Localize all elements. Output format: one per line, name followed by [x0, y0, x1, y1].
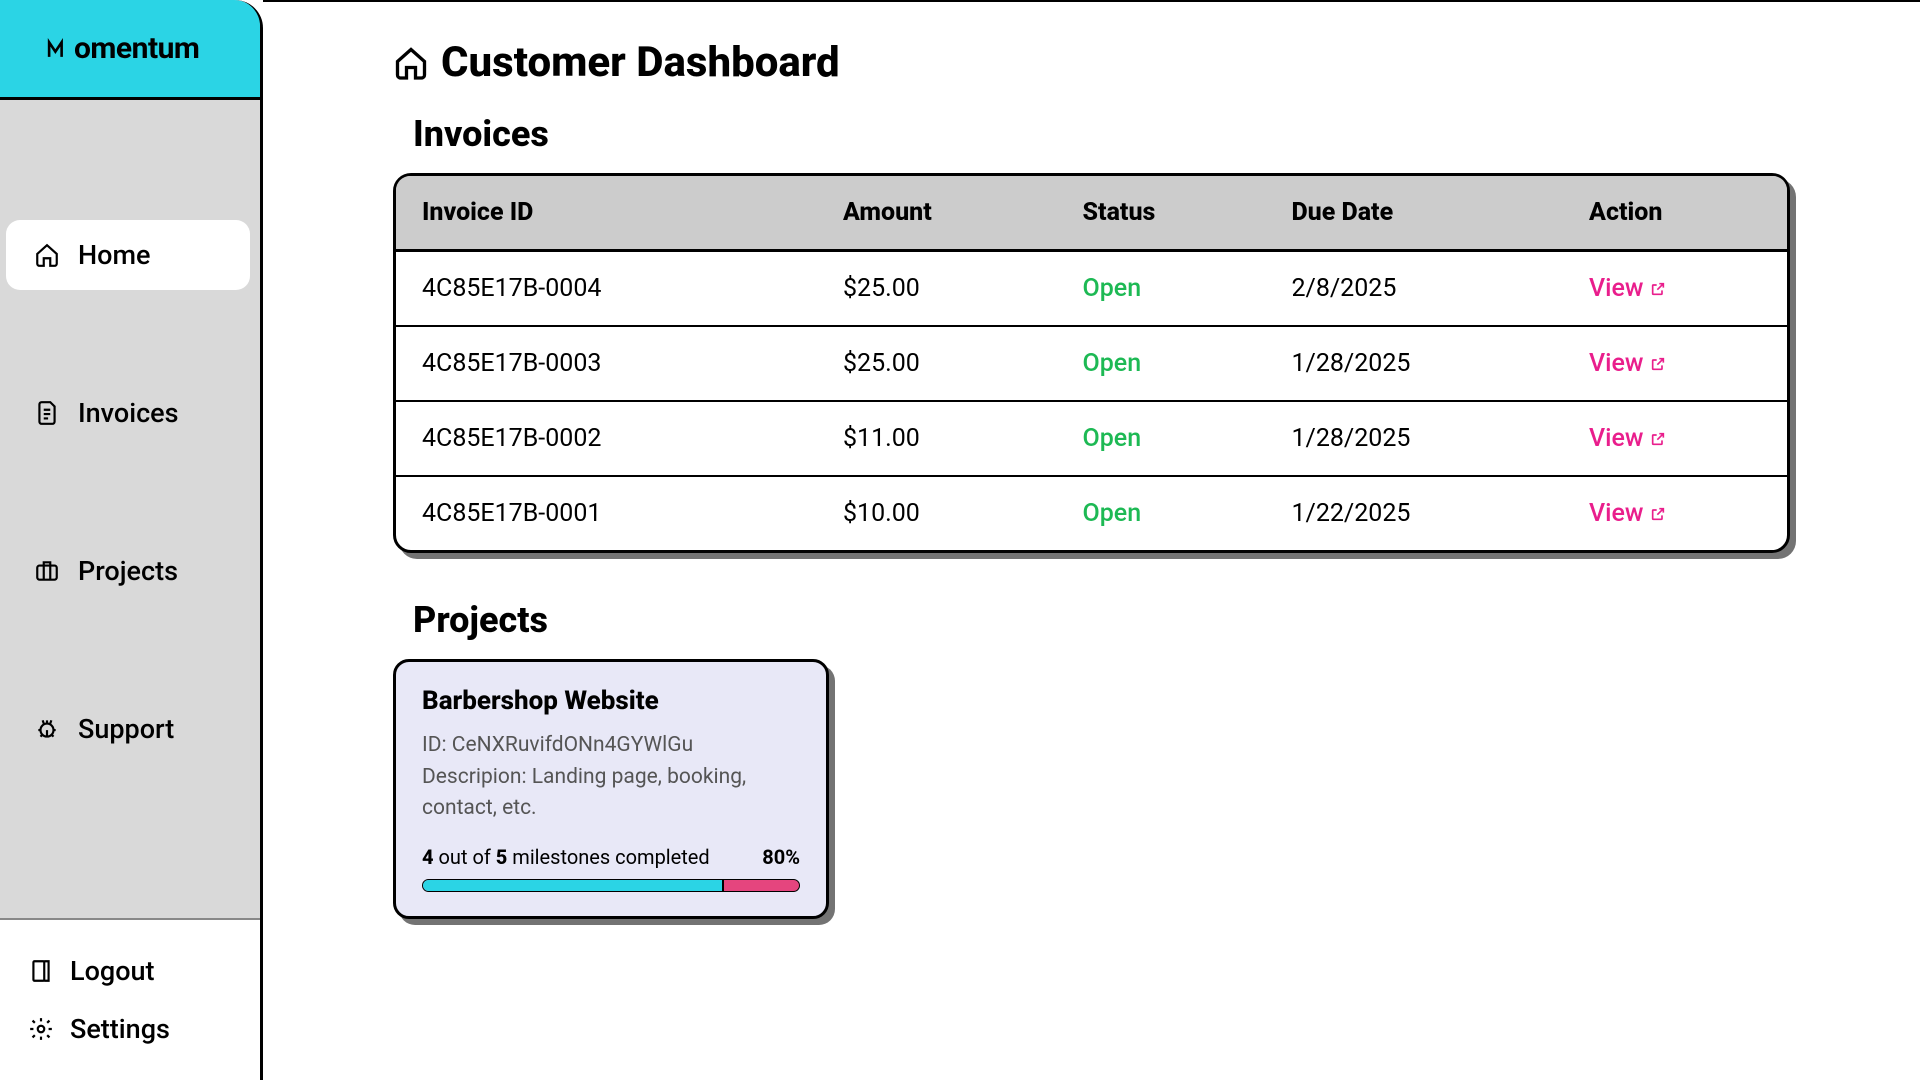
view-link[interactable]: View: [1589, 424, 1665, 453]
invoice-due: 1/28/2025: [1273, 326, 1571, 401]
sidebar-item-home[interactable]: Home: [6, 220, 250, 290]
invoice-amount: $11.00: [825, 401, 1065, 476]
sidebar-item-support[interactable]: Support: [6, 694, 250, 764]
invoice-amount: $25.00: [825, 251, 1065, 327]
column-header: Invoice ID: [396, 176, 825, 251]
bug-icon: [34, 716, 60, 742]
logo: omentum: [0, 0, 260, 100]
nav-label: Invoices: [78, 397, 179, 429]
briefcase-icon: [34, 558, 60, 584]
invoice-action: View: [1571, 326, 1787, 401]
external-link-icon: [1650, 506, 1666, 522]
view-link[interactable]: View: [1589, 274, 1665, 303]
invoice-status: Open: [1065, 476, 1274, 550]
logo-icon: [46, 36, 71, 61]
settings-button[interactable]: Settings: [28, 1000, 260, 1058]
view-link[interactable]: View: [1589, 349, 1665, 378]
invoices-card: Invoice IDAmountStatusDue DateAction 4C8…: [393, 173, 1790, 553]
home-icon: [34, 242, 60, 268]
nav-label: Home: [78, 239, 150, 271]
column-header: Action: [1571, 176, 1787, 251]
table-row: 4C85E17B-0001$10.00Open1/22/2025 View: [396, 476, 1787, 550]
table-row: 4C85E17B-0004$25.00Open2/8/2025 View: [396, 251, 1787, 327]
progress-bar: [422, 879, 800, 892]
invoice-status: Open: [1065, 401, 1274, 476]
invoices-heading: Invoices: [413, 113, 1790, 155]
progress-percent: 80%: [762, 845, 800, 869]
main: Customer Dashboard Invoices Invoice IDAm…: [263, 0, 1920, 1080]
column-header: Amount: [825, 176, 1065, 251]
invoice-due: 2/8/2025: [1273, 251, 1571, 327]
project-card[interactable]: Barbershop Website ID: CeNXRuvifdONn4GYWl…: [393, 659, 829, 919]
invoice-id: 4C85E17B-0004: [396, 251, 825, 327]
projects-heading: Projects: [413, 599, 1790, 641]
projects-grid: Barbershop Website ID: CeNXRuvifdONn4GYWl…: [393, 659, 1790, 919]
settings-label: Settings: [70, 1013, 170, 1045]
sidebar: omentum Home Invoices Projects Support L…: [0, 0, 263, 1080]
invoice-action: View: [1571, 251, 1787, 327]
column-header: Status: [1065, 176, 1274, 251]
nav: Home Invoices Projects Support: [0, 100, 260, 918]
gear-icon: [28, 1016, 54, 1042]
invoice-amount: $10.00: [825, 476, 1065, 550]
table-row: 4C85E17B-0003$25.00Open1/28/2025 View: [396, 326, 1787, 401]
page-title-text: Customer Dashboard: [441, 38, 840, 87]
external-link-icon: [1650, 356, 1666, 372]
invoice-id: 4C85E17B-0002: [396, 401, 825, 476]
nav-label: Support: [78, 713, 174, 745]
invoice-action: View: [1571, 401, 1787, 476]
invoices-table: Invoice IDAmountStatusDue DateAction 4C8…: [396, 176, 1787, 550]
invoice-status: Open: [1065, 251, 1274, 327]
invoice-id: 4C85E17B-0003: [396, 326, 825, 401]
document-icon: [34, 400, 60, 426]
nav-label: Projects: [78, 555, 178, 587]
logout-label: Logout: [70, 955, 155, 987]
table-row: 4C85E17B-0002$11.00Open1/28/2025 View: [396, 401, 1787, 476]
invoice-due: 1/28/2025: [1273, 401, 1571, 476]
invoice-id: 4C85E17B-0001: [396, 476, 825, 550]
project-meta: ID: CeNXRuvifdONn4GYWlGuDescripion: Land…: [422, 730, 800, 825]
column-header: Due Date: [1273, 176, 1571, 251]
invoice-amount: $25.00: [825, 326, 1065, 401]
invoice-status: Open: [1065, 326, 1274, 401]
logout-button[interactable]: Logout: [28, 942, 260, 1000]
invoice-action: View: [1571, 476, 1787, 550]
door-icon: [28, 958, 54, 984]
view-link[interactable]: View: [1589, 499, 1665, 528]
sidebar-item-invoices[interactable]: Invoices: [6, 378, 250, 448]
milestone-summary: 4 out of 5 milestones completed80%: [422, 845, 800, 869]
invoice-due: 1/22/2025: [1273, 476, 1571, 550]
home-icon: [393, 45, 429, 81]
external-link-icon: [1650, 431, 1666, 447]
project-name: Barbershop Website: [422, 686, 800, 716]
page-title: Customer Dashboard: [393, 38, 1790, 87]
external-link-icon: [1650, 281, 1666, 297]
sidebar-item-projects[interactable]: Projects: [6, 536, 250, 606]
brand-text: omentum: [74, 31, 199, 66]
sidebar-bottom: Logout Settings: [0, 918, 260, 1080]
